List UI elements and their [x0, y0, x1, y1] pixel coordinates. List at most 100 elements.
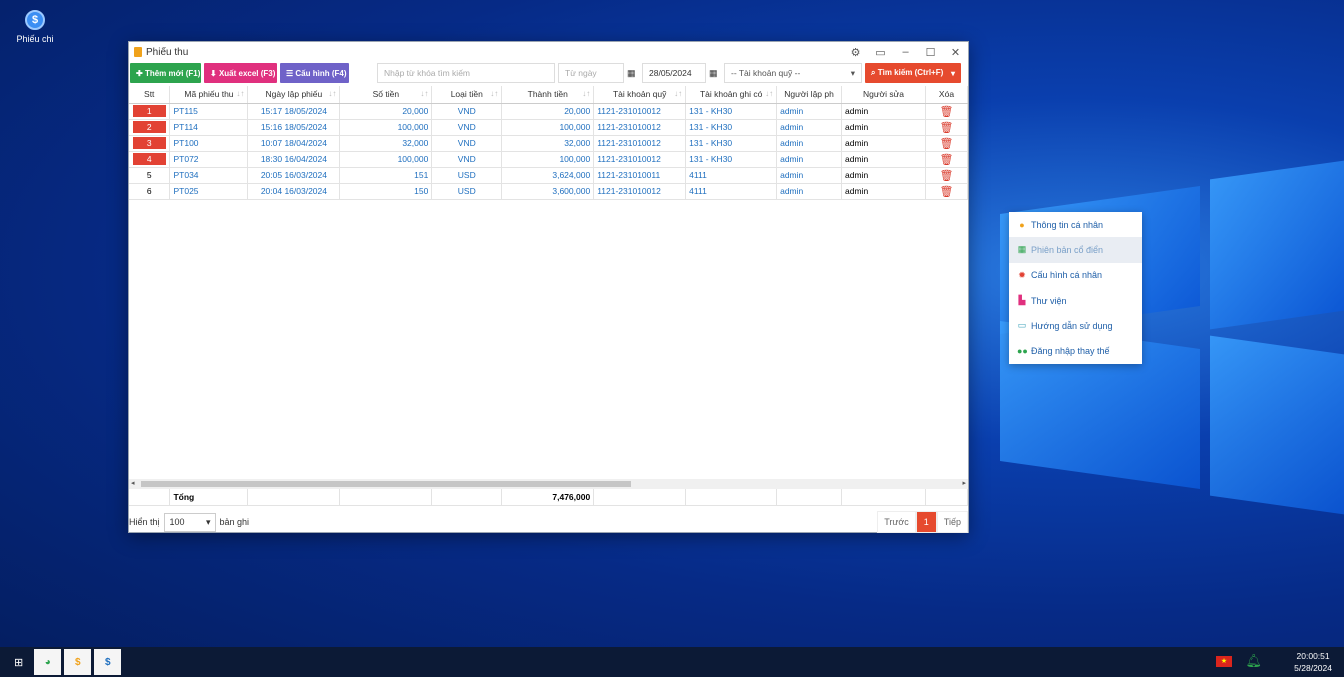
system-clock[interactable]: 20:00:51 5/28/2024: [1294, 650, 1332, 674]
search-button[interactable]: ⌕ Tìm kiếm (Ctrl+F) ▾: [865, 63, 961, 83]
trash-icon[interactable]: 🗑︎: [940, 154, 954, 166]
next-page-button[interactable]: Tiếp: [936, 511, 968, 533]
clock-date: 5/28/2024: [1294, 663, 1332, 673]
settings-icon[interactable]: ⚙: [843, 42, 868, 62]
col-header[interactable]: Mã phiếu thu ↓↑: [169, 86, 249, 104]
col-header[interactable]: Tài khoản ghi có ↓↑: [685, 86, 778, 104]
pagination-bar: Hiển thị 100 ▾ bản ghi Trước 1 Tiếp: [129, 511, 968, 533]
minimize-button[interactable]: –: [893, 42, 918, 62]
editor: admin: [841, 135, 926, 152]
phieu-thu-window: Phiếu thu ⚙ ▭ – ☐ ✕ ✚ Thêm mới (F1) ⬇ Xu…: [128, 41, 969, 533]
monitor-icon[interactable]: ▭: [868, 42, 893, 62]
chevron-down-icon: ▾: [205, 516, 211, 527]
totals-row: Tổng 7,476,000: [129, 489, 969, 506]
menu-item-library[interactable]: ▙ Thư viện: [1009, 288, 1142, 313]
add-button[interactable]: ✚ Thêm mới (F1): [130, 63, 201, 83]
menu-item-classic-version[interactable]: ▦ Phiên bản cổ điển: [1009, 237, 1142, 263]
table-cell: 4: [129, 151, 171, 168]
amount: 32,000: [339, 135, 433, 152]
chevron-down-icon[interactable]: ▾: [951, 69, 955, 78]
table-cell: 🗑︎: [925, 119, 969, 136]
trash-icon[interactable]: 🗑︎: [940, 186, 954, 198]
flag-icon[interactable]: ★: [1216, 656, 1232, 667]
editor: admin: [841, 167, 926, 184]
menu-item-personal-config[interactable]: ✹ Cấu hình cá nhân: [1009, 263, 1142, 288]
config-button[interactable]: ☰ Cấu hình (F4): [280, 63, 349, 83]
page-size-select[interactable]: 100 ▾: [163, 512, 216, 532]
clock-time: 20:00:51: [1296, 651, 1330, 661]
editor: admin: [841, 151, 926, 168]
to-date-input[interactable]: 28/05/2024: [642, 63, 706, 83]
table-row[interactable]: 1 PT115 15:17 18/05/2024 20,000 VND 20,000 112…: [129, 103, 969, 120]
menu-item-switch-login[interactable]: ●● Đăng nhập thay thế: [1009, 338, 1142, 363]
dashboard-app-icon[interactable]: ◕: [34, 649, 62, 675]
receipt-date: 18:30 16/04/2024: [247, 151, 341, 168]
row-number: 6: [146, 186, 152, 196]
table-cell: 🗑︎: [925, 167, 969, 184]
row-number-badge: 3: [132, 137, 166, 149]
credit-account: 131 - KH30: [685, 103, 778, 120]
col-header[interactable]: Số tiền ↓↑: [339, 86, 433, 104]
col-header[interactable]: Người lập ph: [776, 86, 843, 104]
col-header[interactable]: Thành tiền ↓↑: [501, 86, 595, 104]
search-input[interactable]: Nhập từ khóa tìm kiếm: [377, 63, 555, 83]
close-button[interactable]: ✕: [943, 42, 968, 62]
trash-icon[interactable]: 🗑︎: [940, 122, 954, 134]
credit-account: 4111: [685, 183, 778, 200]
currency: VND: [431, 151, 503, 168]
phieu-thu-app-icon[interactable]: $: [64, 649, 92, 675]
horizontal-scrollbar[interactable]: ◂ ▸: [129, 479, 968, 489]
table-row[interactable]: 4 PT072 18:30 16/04/2024 100,000 VND 100,000 1…: [129, 151, 969, 168]
trash-icon[interactable]: 🗑︎: [940, 170, 954, 182]
table-row[interactable]: 3 PT100 10:07 18/04/2024 32,000 VND 32,000 112…: [129, 135, 969, 152]
receipt-date: 20:05 16/03/2024: [247, 167, 341, 184]
total-amount: 3,600,000: [501, 183, 595, 200]
credit-account: 131 - KH30: [685, 119, 778, 136]
calendar-icon[interactable]: ▦: [709, 68, 721, 79]
col-header[interactable]: Ngày lập phiếu ↓↑: [247, 86, 341, 104]
windows-start-icon[interactable]: ⊞: [14, 656, 23, 669]
menu-item-user-guide[interactable]: ▭ Hướng dẫn sử dụng: [1009, 313, 1142, 338]
trash-icon[interactable]: 🗑︎: [940, 138, 954, 150]
col-header: Xóa: [925, 86, 969, 104]
prev-page-button[interactable]: Trước: [877, 511, 916, 533]
table-row[interactable]: 6 PT025 20:04 16/03/2024 150 USD 3,600,000 112…: [129, 183, 969, 200]
currency: USD: [431, 183, 503, 200]
receipt-code-link[interactable]: PT025: [169, 183, 249, 200]
from-date-input[interactable]: Từ ngày: [558, 63, 624, 83]
desktop-icon-label: Phiếu chi: [16, 34, 54, 44]
trash-icon[interactable]: 🗑︎: [940, 106, 954, 118]
receipt-code-link[interactable]: PT034: [169, 167, 249, 184]
currency: VND: [431, 135, 503, 152]
export-excel-button[interactable]: ⬇ Xuất excel (F3): [204, 63, 277, 83]
toolbar: ✚ Thêm mới (F1) ⬇ Xuất excel (F3) ☰ Cấu …: [129, 62, 968, 84]
col-header[interactable]: Loại tiền ↓↑: [431, 86, 503, 104]
title-bar[interactable]: Phiếu thu ⚙ ▭ – ☐ ✕: [129, 42, 968, 62]
calendar-icon[interactable]: ▦: [627, 68, 639, 79]
receipt-code-link[interactable]: PT115: [169, 103, 249, 120]
receipt-code-link[interactable]: PT114: [169, 119, 249, 136]
receipt-code-link[interactable]: PT072: [169, 151, 249, 168]
bell-icon[interactable]: 🔔︎: [1245, 653, 1262, 669]
table-icon: ▦: [1017, 244, 1027, 255]
receipt-code-link[interactable]: PT100: [169, 135, 249, 152]
currency: VND: [431, 119, 503, 136]
phieu-chi-app-icon[interactable]: $: [94, 649, 122, 675]
table-row[interactable]: 2 PT114 15:16 18/05/2024 100,000 VND 100,000 1…: [129, 119, 969, 136]
col-header[interactable]: Stt: [129, 86, 171, 104]
fund-account-select[interactable]: -- Tài khoản quỹ -- ▾: [724, 63, 862, 83]
totals-label: Tổng: [169, 489, 249, 506]
amount: 100,000: [339, 151, 433, 168]
table-row[interactable]: 5 PT034 20:05 16/03/2024 151 USD 3,624,000 112…: [129, 167, 969, 184]
receipt-date: 20:04 16/03/2024: [247, 183, 341, 200]
col-header[interactable]: Người sửa: [841, 86, 926, 104]
desktop-icon-phieu-chi[interactable]: $ Phiếu chi: [12, 10, 58, 44]
col-header[interactable]: Tài khoản quỹ ↓↑: [593, 86, 687, 104]
current-page-button[interactable]: 1: [915, 511, 937, 533]
credit-account: 4111: [685, 167, 778, 184]
scrollbar-thumb[interactable]: [141, 481, 631, 487]
taskbar: ⊞ ◕ $ $ ★ 🔔︎ 20:00:51 5/28/2024: [0, 647, 1344, 677]
table-cell: 🗑︎: [925, 103, 969, 120]
menu-item-profile[interactable]: ● Thông tin cá nhân: [1009, 212, 1142, 237]
maximize-button[interactable]: ☐: [918, 42, 943, 62]
